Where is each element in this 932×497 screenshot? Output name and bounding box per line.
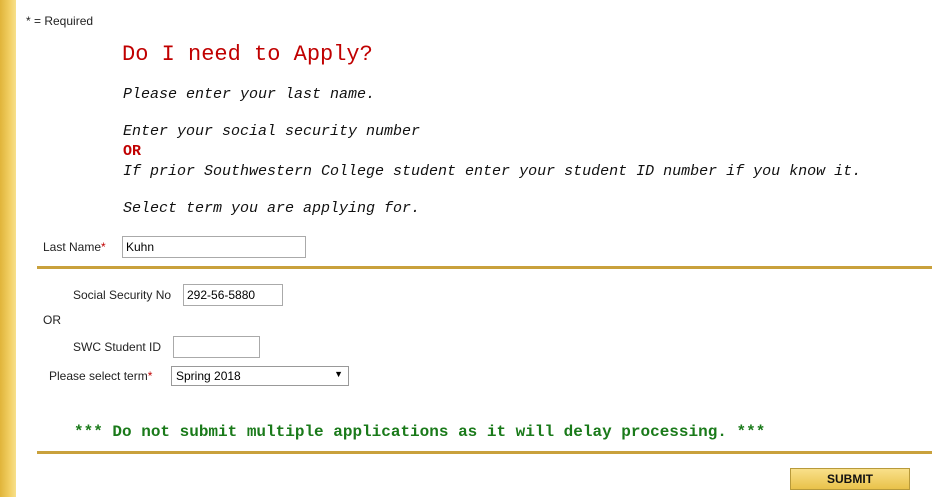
ssn-input[interactable] bbox=[183, 284, 283, 306]
ssn-label: Social Security No bbox=[73, 288, 172, 302]
divider-bottom bbox=[37, 451, 932, 454]
instruction-ssn: Enter your social security number bbox=[123, 123, 421, 140]
instruction-last-name: Please enter your last name. bbox=[123, 86, 376, 103]
instruction-or: OR bbox=[123, 143, 142, 160]
required-note: * = Required bbox=[26, 14, 94, 28]
or-label: OR bbox=[43, 313, 61, 327]
dropdown-arrow-icon: ▼ bbox=[334, 369, 343, 379]
left-decorative-bar bbox=[0, 0, 16, 497]
instruction-term: Select term you are applying for. bbox=[123, 200, 421, 217]
divider-top bbox=[37, 266, 932, 269]
last-name-label-text: Last Name bbox=[43, 240, 102, 254]
student-id-label: SWC Student ID bbox=[73, 340, 162, 354]
term-selected-value: Spring 2018 bbox=[176, 369, 241, 383]
required-asterisk: * bbox=[147, 369, 153, 383]
term-label-text: Please select term bbox=[49, 369, 148, 383]
submit-button[interactable]: SUBMIT bbox=[790, 468, 910, 490]
last-name-label: Last Name* bbox=[43, 240, 106, 254]
warning-message: *** Do not submit multiple applications … bbox=[74, 423, 766, 441]
student-id-input[interactable] bbox=[173, 336, 260, 358]
term-label: Please select term* bbox=[49, 369, 152, 383]
instruction-student-id: If prior Southwestern College student en… bbox=[123, 163, 862, 180]
last-name-input[interactable] bbox=[122, 236, 306, 258]
term-select[interactable]: Spring 2018 ▼ bbox=[171, 366, 349, 386]
page-title: Do I need to Apply? bbox=[122, 42, 373, 67]
required-asterisk: * bbox=[101, 240, 106, 254]
